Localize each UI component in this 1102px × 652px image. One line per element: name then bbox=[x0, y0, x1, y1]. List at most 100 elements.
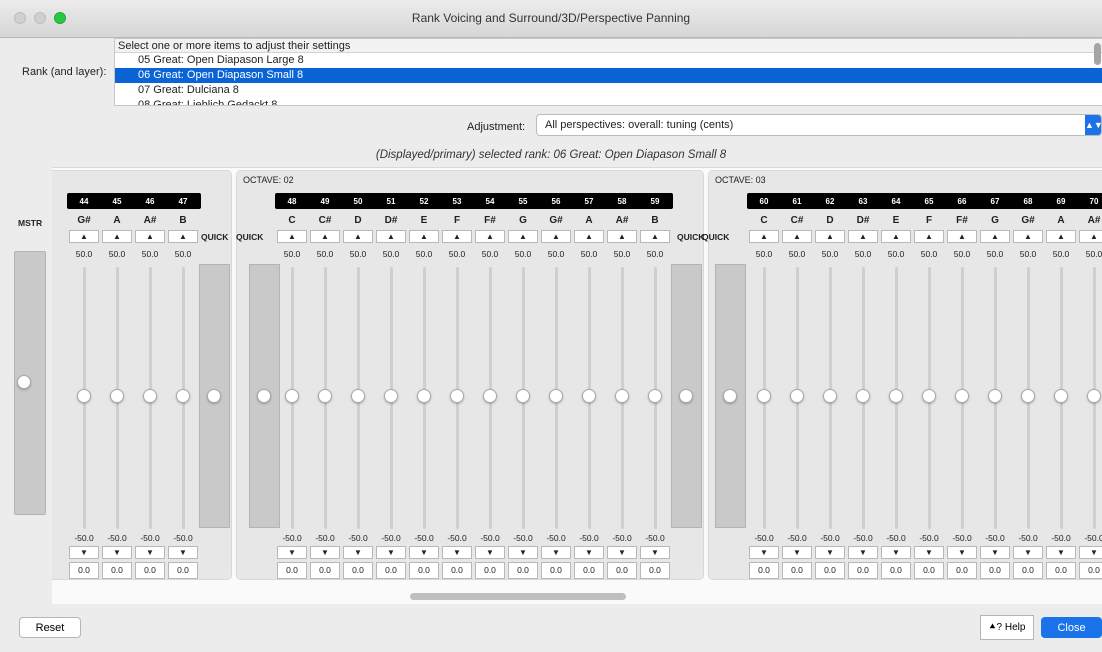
value-field[interactable]: 0.0 bbox=[782, 562, 812, 579]
help-button[interactable]: ⯅? Help bbox=[980, 615, 1034, 640]
increment-button[interactable]: ▲ bbox=[508, 230, 538, 243]
increment-button[interactable]: ▲ bbox=[475, 230, 505, 243]
decrement-button[interactable]: ▼ bbox=[782, 546, 812, 559]
decrement-button[interactable]: ▼ bbox=[607, 546, 637, 559]
decrement-button[interactable]: ▼ bbox=[168, 546, 198, 559]
increment-button[interactable]: ▲ bbox=[409, 230, 439, 243]
increment-button[interactable]: ▲ bbox=[310, 230, 340, 243]
tuning-slider-knob[interactable] bbox=[549, 389, 563, 403]
increment-button[interactable]: ▲ bbox=[343, 230, 373, 243]
decrement-button[interactable]: ▼ bbox=[1079, 546, 1102, 559]
value-field[interactable]: 0.0 bbox=[135, 562, 165, 579]
value-field[interactable]: 0.0 bbox=[343, 562, 373, 579]
tuning-slider-knob[interactable] bbox=[110, 389, 124, 403]
value-field[interactable]: 0.0 bbox=[442, 562, 472, 579]
rank-item-selected[interactable]: 06 Great: Open Diapason Small 8 bbox=[115, 68, 1102, 83]
increment-button[interactable]: ▲ bbox=[102, 230, 132, 243]
value-field[interactable]: 0.0 bbox=[508, 562, 538, 579]
increment-button[interactable]: ▲ bbox=[442, 230, 472, 243]
tuning-slider-knob[interactable] bbox=[1054, 389, 1068, 403]
value-field[interactable]: 0.0 bbox=[947, 562, 977, 579]
increment-button[interactable]: ▲ bbox=[1013, 230, 1043, 243]
tuning-slider-knob[interactable] bbox=[856, 389, 870, 403]
rank-list[interactable]: Select one or more items to adjust their… bbox=[114, 38, 1102, 106]
tuning-slider-knob[interactable] bbox=[176, 389, 190, 403]
increment-button[interactable]: ▲ bbox=[749, 230, 779, 243]
rank-item[interactable]: 08 Great: Lieblich Gedackt 8 bbox=[115, 98, 1102, 105]
value-field[interactable]: 0.0 bbox=[848, 562, 878, 579]
increment-button[interactable]: ▲ bbox=[168, 230, 198, 243]
increment-button[interactable]: ▲ bbox=[1079, 230, 1102, 243]
decrement-button[interactable]: ▼ bbox=[574, 546, 604, 559]
value-field[interactable]: 0.0 bbox=[607, 562, 637, 579]
tuning-slider-knob[interactable] bbox=[955, 389, 969, 403]
increment-button[interactable]: ▲ bbox=[881, 230, 911, 243]
horizontal-scrollbar[interactable] bbox=[52, 592, 1102, 602]
value-field[interactable]: 0.0 bbox=[749, 562, 779, 579]
decrement-button[interactable]: ▼ bbox=[947, 546, 977, 559]
increment-button[interactable]: ▲ bbox=[607, 230, 637, 243]
tuning-slider-knob[interactable] bbox=[988, 389, 1002, 403]
increment-button[interactable]: ▲ bbox=[376, 230, 406, 243]
value-field[interactable]: 0.0 bbox=[574, 562, 604, 579]
rank-item[interactable]: 07 Great: Dulciana 8 bbox=[115, 83, 1102, 98]
tuning-slider-knob[interactable] bbox=[1087, 389, 1101, 403]
decrement-button[interactable]: ▼ bbox=[376, 546, 406, 559]
value-field[interactable]: 0.0 bbox=[310, 562, 340, 579]
value-field[interactable]: 0.0 bbox=[277, 562, 307, 579]
tuning-slider-knob[interactable] bbox=[1021, 389, 1035, 403]
close-button[interactable]: Close bbox=[1041, 617, 1102, 638]
decrement-button[interactable]: ▼ bbox=[475, 546, 505, 559]
decrement-button[interactable]: ▼ bbox=[135, 546, 165, 559]
increment-button[interactable]: ▲ bbox=[277, 230, 307, 243]
value-field[interactable]: 0.0 bbox=[815, 562, 845, 579]
tuning-slider-knob[interactable] bbox=[790, 389, 804, 403]
value-field[interactable]: 0.0 bbox=[409, 562, 439, 579]
decrement-button[interactable]: ▼ bbox=[848, 546, 878, 559]
master-slider-knob[interactable] bbox=[17, 375, 31, 389]
value-field[interactable]: 0.0 bbox=[69, 562, 99, 579]
tuning-slider-knob[interactable] bbox=[582, 389, 596, 403]
tuning-slider-knob[interactable] bbox=[615, 389, 629, 403]
increment-button[interactable]: ▲ bbox=[135, 230, 165, 243]
tuning-slider-knob[interactable] bbox=[648, 389, 662, 403]
decrement-button[interactable]: ▼ bbox=[640, 546, 670, 559]
increment-button[interactable]: ▲ bbox=[815, 230, 845, 243]
increment-button[interactable]: ▲ bbox=[640, 230, 670, 243]
value-field[interactable]: 0.0 bbox=[475, 562, 505, 579]
tuning-slider-knob[interactable] bbox=[823, 389, 837, 403]
increment-button[interactable]: ▲ bbox=[848, 230, 878, 243]
tuning-slider-knob[interactable] bbox=[417, 389, 431, 403]
increment-button[interactable]: ▲ bbox=[69, 230, 99, 243]
increment-button[interactable]: ▲ bbox=[782, 230, 812, 243]
decrement-button[interactable]: ▼ bbox=[310, 546, 340, 559]
value-field[interactable]: 0.0 bbox=[1046, 562, 1076, 579]
value-field[interactable]: 0.0 bbox=[376, 562, 406, 579]
value-field[interactable]: 0.0 bbox=[102, 562, 132, 579]
increment-button[interactable]: ▲ bbox=[914, 230, 944, 243]
tuning-slider-knob[interactable] bbox=[450, 389, 464, 403]
decrement-button[interactable]: ▼ bbox=[541, 546, 571, 559]
value-field[interactable]: 0.0 bbox=[541, 562, 571, 579]
increment-button[interactable]: ▲ bbox=[1046, 230, 1076, 243]
increment-button[interactable]: ▲ bbox=[574, 230, 604, 243]
decrement-button[interactable]: ▼ bbox=[980, 546, 1010, 559]
decrement-button[interactable]: ▼ bbox=[881, 546, 911, 559]
quick-slider-knob[interactable] bbox=[679, 389, 693, 403]
tuning-slider-knob[interactable] bbox=[757, 389, 771, 403]
increment-button[interactable]: ▲ bbox=[980, 230, 1010, 243]
decrement-button[interactable]: ▼ bbox=[914, 546, 944, 559]
rank-list-scrollbar[interactable] bbox=[1094, 43, 1101, 65]
tuning-slider-knob[interactable] bbox=[483, 389, 497, 403]
value-field[interactable]: 0.0 bbox=[881, 562, 911, 579]
quick-slider-knob[interactable] bbox=[257, 389, 271, 403]
value-field[interactable]: 0.0 bbox=[980, 562, 1010, 579]
adjustment-select[interactable]: All perspectives: overall: tuning (cents… bbox=[536, 114, 1102, 136]
increment-button[interactable]: ▲ bbox=[541, 230, 571, 243]
decrement-button[interactable]: ▼ bbox=[815, 546, 845, 559]
decrement-button[interactable]: ▼ bbox=[343, 546, 373, 559]
tuning-slider-knob[interactable] bbox=[143, 389, 157, 403]
horizontal-scroll-thumb[interactable] bbox=[410, 593, 626, 600]
tuning-slider-knob[interactable] bbox=[285, 389, 299, 403]
decrement-button[interactable]: ▼ bbox=[508, 546, 538, 559]
